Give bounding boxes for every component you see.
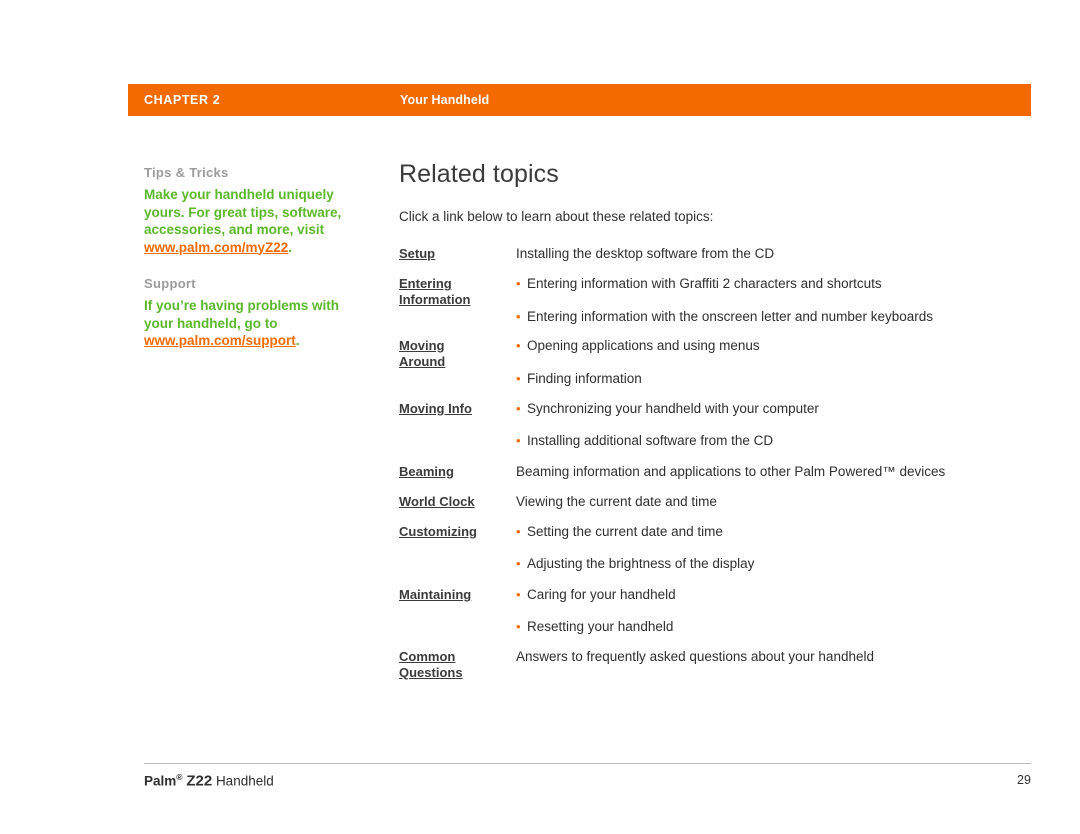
sidebar: Tips & Tricks Make your handheld uniquel… <box>144 165 344 370</box>
footer-brand: Palm <box>144 773 177 789</box>
topic-link-common-questions[interactable]: Common Questions <box>399 649 511 681</box>
topic-description: Entering information with the onscreen l… <box>516 309 1047 325</box>
topic-link-line: Moving <box>399 338 445 353</box>
topic-link-line: Beaming <box>399 464 454 479</box>
sidebar-body-support: If you’re having problems with your hand… <box>144 298 340 331</box>
sidebar-heading-support: Support <box>144 276 196 291</box>
topic-link-line: Moving Info <box>399 401 472 416</box>
topic-description: Beaming information and applications to … <box>516 464 946 479</box>
topic-link-moving-info[interactable]: Moving Info <box>399 401 511 417</box>
footer-product-name: Handheld <box>215 773 274 789</box>
sidebar-tips-period: . <box>288 239 293 255</box>
topic-description: Entering information with Graffiti 2 cha… <box>516 276 1047 292</box>
section-label: Your Handheld <box>400 93 490 107</box>
sidebar-block-tips: Tips & Tricks Make your handheld uniquel… <box>144 165 344 256</box>
topic-link-line: World Clock <box>399 494 475 509</box>
topic-link-beaming[interactable]: Beaming <box>399 464 511 480</box>
topic-link-line: Entering <box>399 276 452 291</box>
topic-description: Installing additional software from the … <box>516 433 1047 449</box>
page-title: Related topics <box>399 160 559 188</box>
topic-description: Installing the desktop software from the… <box>516 246 775 261</box>
topic-description: Resetting your handheld <box>516 619 1047 635</box>
topic-description: Finding information <box>516 371 1047 387</box>
topic-description: Synchronizing your handheld with your co… <box>516 401 1047 417</box>
topic-link-line: Around <box>399 354 446 369</box>
topic-link-entering-information[interactable]: Entering Information <box>399 276 511 308</box>
topic-link-line: Common <box>399 649 456 664</box>
sidebar-heading-tips: Tips & Tricks <box>144 165 229 180</box>
sidebar-body-tips: Make your handheld uniquely yours. For g… <box>144 187 342 237</box>
footer-divider <box>144 763 1031 764</box>
chapter-label: CHAPTER 2 <box>144 93 221 107</box>
registered-icon: ® <box>176 772 183 782</box>
topic-link-moving-around[interactable]: Moving Around <box>399 338 511 370</box>
topic-link-line: Information <box>399 292 471 307</box>
sidebar-link-myz22[interactable]: www.palm.com/myZ22 <box>144 240 288 255</box>
sidebar-text-support: If you’re having problems with your hand… <box>144 297 344 350</box>
sidebar-block-support: Support If you’re having problems with y… <box>144 276 344 350</box>
topic-description: Viewing the current date and time <box>516 494 717 509</box>
topic-description: Caring for your handheld <box>516 587 1047 603</box>
intro-text: Click a link below to learn about these … <box>399 209 714 224</box>
topic-description: Adjusting the brightness of the display <box>516 556 1047 572</box>
sidebar-support-period: . <box>295 333 300 348</box>
footer-model: Z22 <box>186 772 213 790</box>
related-topics-list: Setup Installing the desktop software fro… <box>399 246 1039 689</box>
topic-link-world-clock[interactable]: World Clock <box>399 494 511 510</box>
document-page: CHAPTER 2 Your Handheld Tips & Tricks Ma… <box>0 0 1080 834</box>
chapter-header-bar: CHAPTER 2 Your Handheld <box>128 84 1031 116</box>
sidebar-link-support[interactable]: www.palm.com/support <box>144 333 296 348</box>
topic-link-line: Maintaining <box>399 587 472 602</box>
footer-product: Palm® Z22 Handheld <box>144 772 274 790</box>
topic-link-setup[interactable]: Setup <box>399 246 511 262</box>
topic-description: Opening applications and using menus <box>516 338 1047 354</box>
main-content: Related topics Click a link below to lea… <box>399 160 1039 689</box>
topic-link-customizing[interactable]: Customizing <box>399 524 511 540</box>
topic-link-line: Questions <box>399 665 463 680</box>
topic-link-line: Customizing <box>399 524 477 539</box>
sidebar-text-tips: Make your handheld uniquely yours. For g… <box>144 186 344 256</box>
footer-page-number: 29 <box>1017 773 1031 787</box>
topic-description: Answers to frequently asked questions ab… <box>516 649 874 664</box>
topic-link-maintaining[interactable]: Maintaining <box>399 587 511 603</box>
topic-link-line: Setup <box>399 246 436 261</box>
topic-description: Setting the current date and time <box>516 524 1047 540</box>
